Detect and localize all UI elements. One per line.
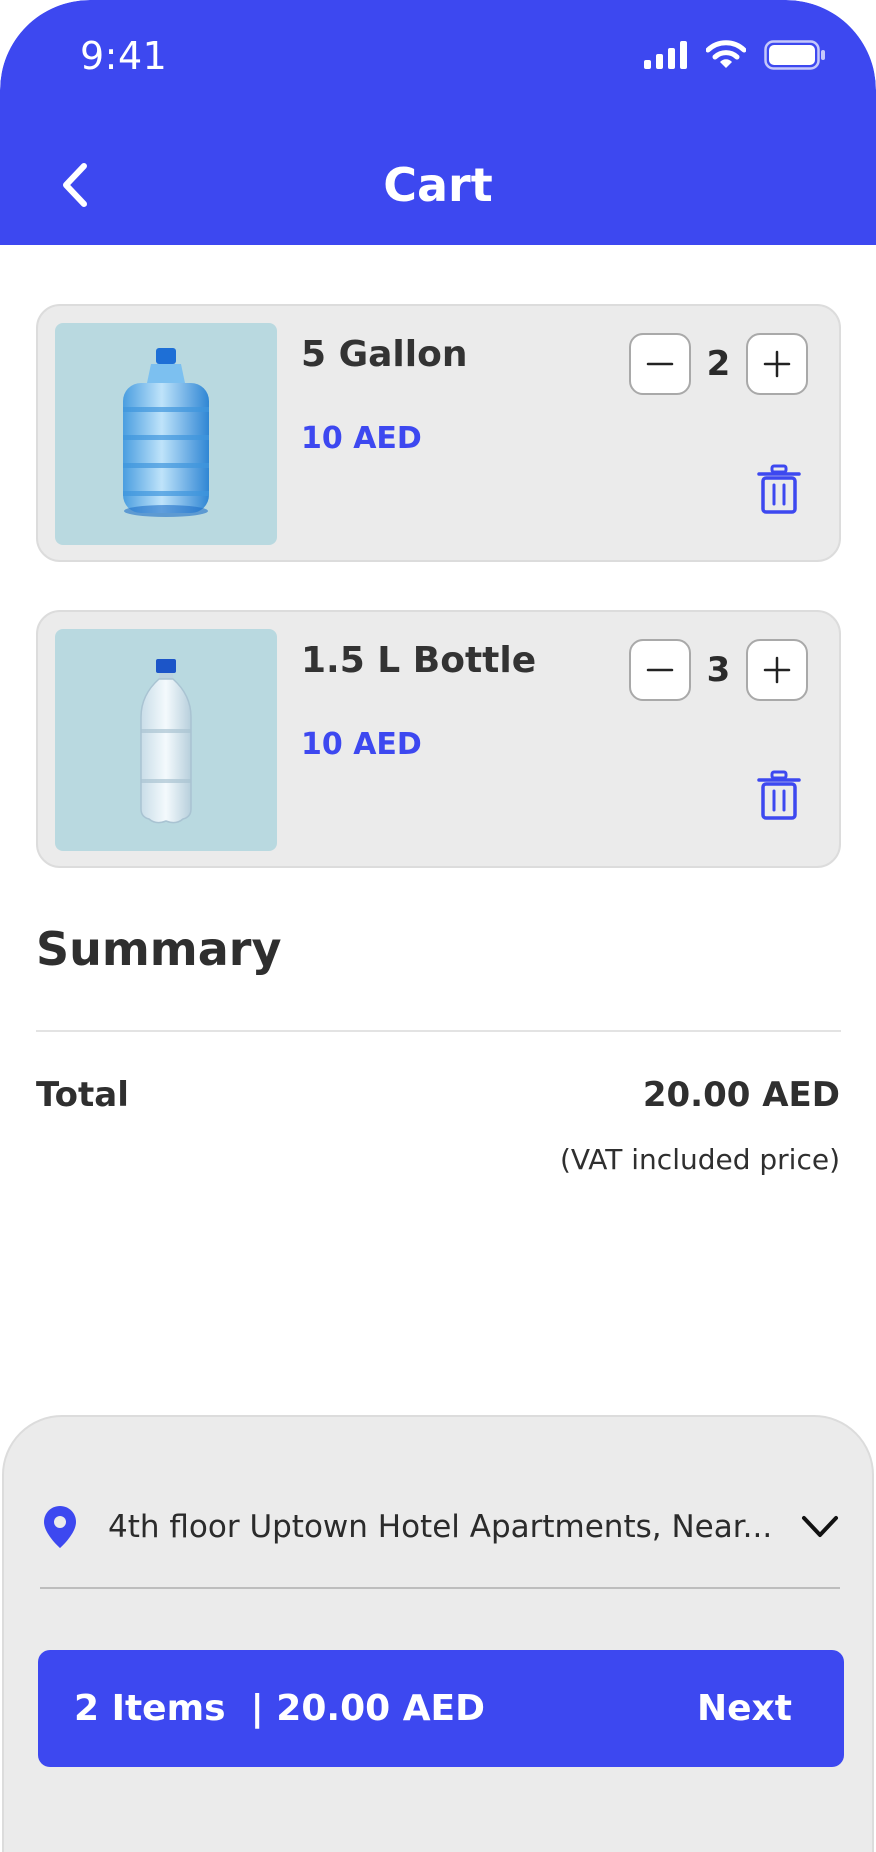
summary-divider (36, 1030, 841, 1032)
location-pin-icon (40, 1502, 80, 1552)
delete-item-button[interactable] (754, 461, 804, 516)
delivery-address-selector[interactable]: 4th floor Uptown Hotel Apartments, Near.… (40, 1492, 840, 1562)
total-value: 20.00 AED (642, 1075, 840, 1115)
product-price: 10 AED (301, 421, 422, 456)
quantity-value: 2 (706, 344, 731, 384)
chevron-down-icon (800, 1507, 840, 1547)
increase-quantity-button[interactable] (746, 639, 808, 701)
address-divider (40, 1587, 840, 1589)
next-label: Next (697, 1688, 792, 1729)
minus-icon (646, 362, 674, 366)
product-name: 5 Gallon (301, 334, 468, 375)
product-name: 1.5 L Bottle (301, 640, 537, 681)
trash-icon (757, 464, 801, 514)
product-image-5-gallon (55, 323, 277, 545)
increase-quantity-button[interactable] (746, 333, 808, 395)
next-button[interactable]: 2 Items | 20.00 AED Next (38, 1650, 844, 1767)
cart-item-card: 5 Gallon 10 AED 2 (36, 304, 841, 562)
battery-icon (764, 40, 826, 74)
product-image-bottle (55, 629, 277, 851)
trash-icon (757, 770, 801, 820)
wifi-icon (705, 40, 747, 74)
cart-item-card: 1.5 L Bottle 10 AED 3 (36, 610, 841, 868)
vat-note: (VAT included price) (560, 1143, 840, 1176)
signal-icon (644, 41, 688, 73)
plus-icon (763, 350, 791, 378)
delivery-address-text: 4th floor Uptown Hotel Apartments, Near.… (108, 1509, 773, 1545)
plus-icon (763, 656, 791, 684)
status-time: 9:41 (80, 34, 168, 78)
product-price: 10 AED (301, 727, 422, 762)
decrease-quantity-button[interactable] (629, 333, 691, 395)
decrease-quantity-button[interactable] (629, 639, 691, 701)
summary-heading: Summary (36, 922, 282, 976)
total-label: Total (36, 1075, 129, 1115)
cart-screen: 9:41 Cart 5 Gallon 10 AED 2 1.5 L Bottle… (0, 0, 876, 1852)
checkout-panel: 4th floor Uptown Hotel Apartments, Near.… (2, 1415, 874, 1852)
delete-item-button[interactable] (754, 767, 804, 822)
app-header: 9:41 Cart (0, 0, 876, 245)
minus-icon (646, 668, 674, 672)
status-icons (644, 40, 826, 74)
cart-items-summary: 2 Items | 20.00 AED (74, 1688, 486, 1729)
page-title: Cart (383, 158, 493, 212)
quantity-value: 3 (706, 650, 731, 690)
